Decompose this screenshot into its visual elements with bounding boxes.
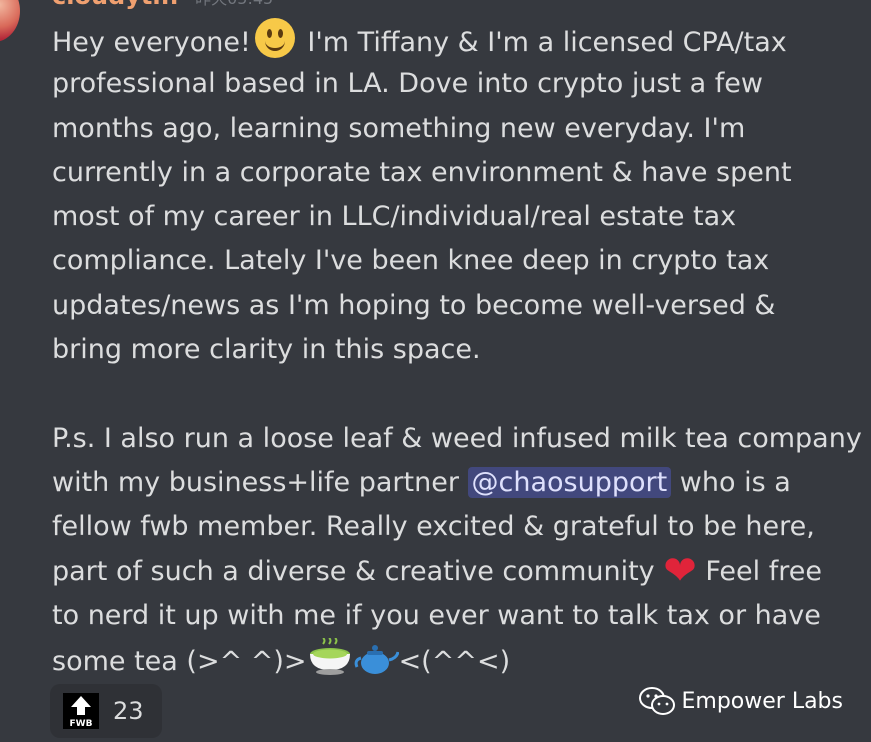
heart-emoji: ❤ — [663, 547, 697, 594]
message-line: most of my career in LLC/individual/real… — [52, 201, 737, 233]
watermark: Empower Labs — [638, 684, 844, 718]
message-line: Hey everyone! I'm Tiffany & I'm a licens… — [52, 18, 862, 62]
green-tea-emoji — [309, 638, 350, 676]
avatar[interactable] — [0, 0, 20, 42]
reaction-count: 23 — [113, 697, 144, 725]
message-line: professional based in LA. Dove into cryp… — [52, 68, 763, 100]
message-line: months ago, learning something new every… — [52, 112, 746, 144]
message-line: updates/news as I'm hoping to become wel… — [52, 289, 776, 321]
timestamp: 昨天05:45 — [195, 0, 273, 8]
user-mention[interactable]: @chaosupport — [467, 466, 672, 498]
watermark-text: Empower Labs — [681, 688, 844, 714]
discord-message-view: cloudytiff 昨天05:45 Hey everyone! I'm Tif… — [0, 0, 871, 742]
username[interactable]: cloudytiff — [52, 0, 180, 10]
message-line: to nerd it up with me if you ever want t… — [52, 599, 821, 631]
message-line: currently in a corporate tax environment… — [52, 156, 792, 188]
message-line: some tea (>^ ^)> <(^^<) — [52, 638, 862, 682]
smiley-emoji — [254, 18, 295, 58]
fwb-emoji: FWB — [63, 693, 99, 729]
message-content: Hey everyone! I'm Tiffany & I'm a licens… — [52, 18, 862, 682]
reaction-button[interactable]: FWB 23 — [50, 684, 162, 738]
wechat-icon — [638, 687, 675, 715]
svg-text:FWB: FWB — [70, 719, 93, 729]
teapot-emoji — [354, 645, 399, 675]
message-line: bring more clarity in this space. — [52, 334, 481, 366]
message-line: P.s. I also run a loose leaf & weed infu… — [52, 422, 862, 454]
message-line: compliance. Lately I've been knee deep i… — [52, 245, 770, 277]
message-line: part of such a diverse & creative commun… — [52, 547, 822, 594]
message-header: cloudytiff 昨天05:45 — [52, 0, 273, 10]
message-line: fellow fwb member. Really excited & grat… — [52, 511, 815, 543]
message-line: with my business+life partner @chaosuppo… — [52, 466, 791, 498]
